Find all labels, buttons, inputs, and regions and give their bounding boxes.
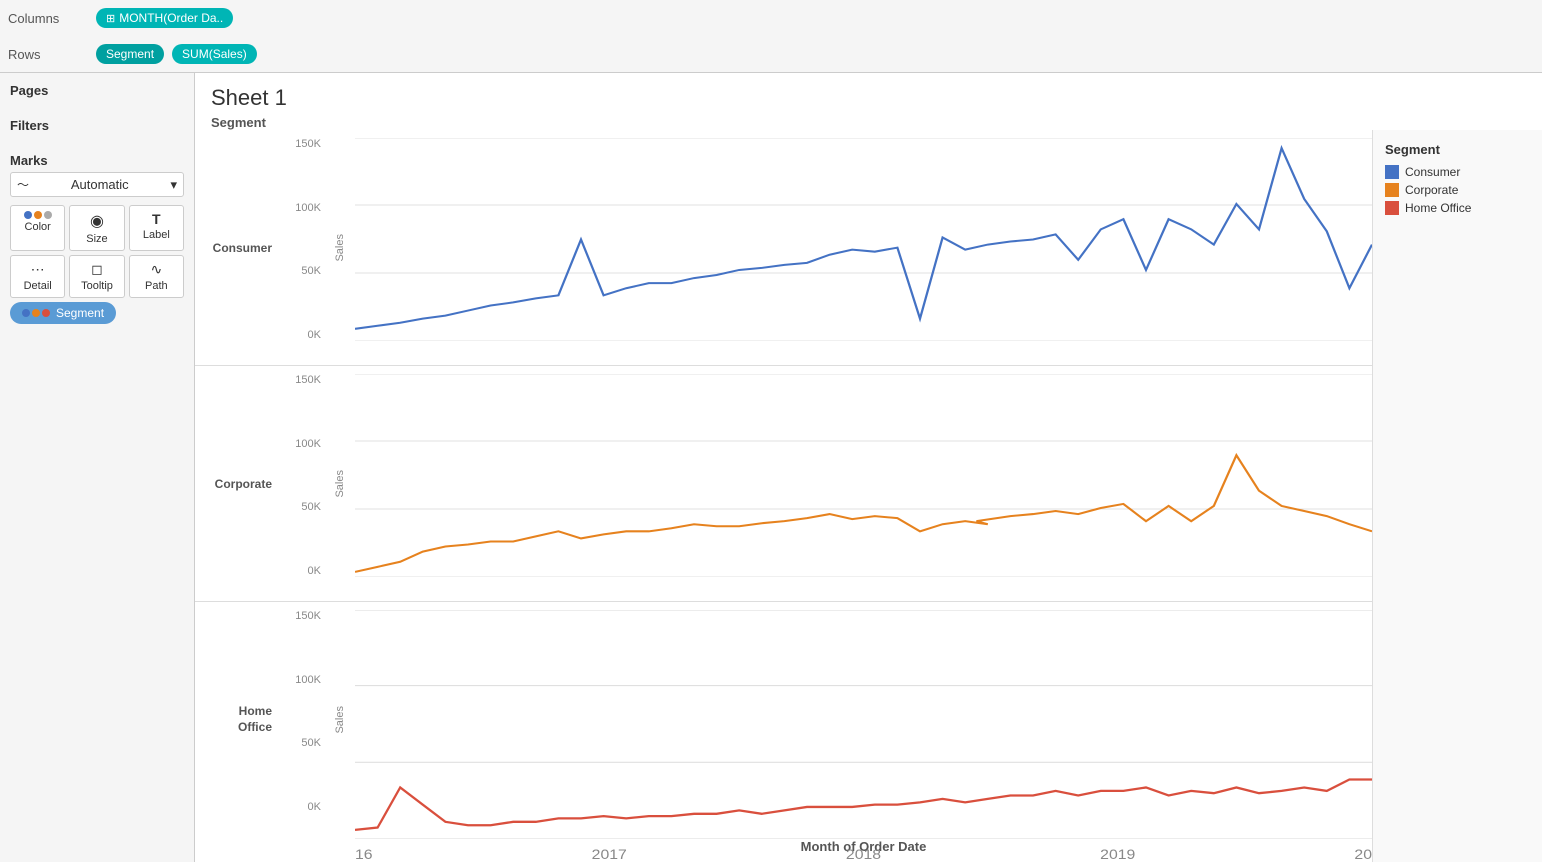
corporate-y-axis: 150K 100K 50K 0K	[280, 366, 325, 601]
sales-label-corporate: Sales	[334, 470, 346, 498]
legend-color-homeoffice	[1385, 201, 1399, 215]
legend-item-corporate: Corporate	[1385, 183, 1530, 197]
consumer-panel: Consumer 150K 100K 50K 0K Sales	[195, 130, 1372, 366]
corporate-label-area: Corporate	[195, 366, 280, 601]
chart-panels: Consumer 150K 100K 50K 0K Sales	[195, 130, 1372, 862]
x-axis-svg: 2016 2017 2018 2019 2020	[355, 839, 1372, 862]
consumer-chart-area	[355, 130, 1372, 365]
legend-label-corporate: Corporate	[1405, 183, 1458, 197]
legend-item-homeoffice: Home Office	[1385, 201, 1530, 215]
corporate-label: Corporate	[215, 477, 272, 491]
sheet-title: Sheet 1	[195, 73, 1542, 115]
path-icon: ∿	[150, 261, 162, 278]
charts-with-legend: Consumer 150K 100K 50K 0K Sales	[195, 130, 1542, 862]
main-layout: Pages Filters Marks 〜 Automatic ▾ Color	[0, 73, 1542, 862]
size-icon: ◉	[90, 211, 104, 231]
rows-pill-sales[interactable]: SUM(Sales)	[172, 44, 257, 64]
consumer-y-axis: 150K 100K 50K 0K	[280, 130, 325, 365]
homeoffice-label: HomeOffice	[238, 704, 272, 735]
detail-icon: ⋯	[31, 261, 45, 278]
columns-pill[interactable]: ⊞ MONTH(Order Da..	[96, 8, 233, 28]
legend-title: Segment	[1385, 142, 1530, 157]
columns-label: Columns	[8, 11, 88, 26]
corporate-sales-label: Sales	[325, 366, 355, 601]
legend-color-corporate	[1385, 183, 1399, 197]
homeoffice-sales-label: Sales	[325, 602, 355, 837]
corporate-panel: Corporate 150K 100K 50K 0K Sales	[195, 366, 1372, 602]
dropdown-arrow-icon: ▾	[170, 177, 177, 193]
content-area: Sheet 1 Segment Consumer 150K 100K 50K 0…	[195, 73, 1542, 862]
sales-label-homeoffice: Sales	[334, 706, 346, 734]
corporate-chart-area	[355, 366, 1372, 601]
legend-item-consumer: Consumer	[1385, 165, 1530, 179]
pages-section: Pages	[10, 83, 184, 102]
tooltip-button[interactable]: ◻ Tooltip	[69, 255, 124, 298]
wave-icon: 〜	[17, 176, 29, 193]
path-button[interactable]: ∿ Path	[129, 255, 184, 298]
color-icon	[24, 211, 52, 219]
size-button[interactable]: ◉ Size	[69, 205, 124, 251]
calendar-icon: ⊞	[106, 12, 115, 25]
consumer-label-area: Consumer	[195, 130, 280, 365]
svg-text:2016: 2016	[355, 847, 373, 862]
consumer-sales-label: Sales	[325, 130, 355, 365]
toolbar: Columns ⊞ MONTH(Order Da.. Rows Segment …	[0, 0, 1542, 73]
filters-title: Filters	[10, 118, 184, 133]
consumer-label: Consumer	[213, 241, 272, 255]
legend: Segment Consumer Corporate Home Office	[1372, 130, 1542, 862]
legend-label-homeoffice: Home Office	[1405, 201, 1471, 215]
homeoffice-label-area: HomeOffice	[195, 602, 280, 837]
marks-grid: Color ◉ Size T Label ⋯ Detail ◻ Tooltip	[10, 205, 184, 298]
label-button[interactable]: T Label	[129, 205, 184, 251]
detail-button[interactable]: ⋯ Detail	[10, 255, 65, 298]
pages-title: Pages	[10, 83, 184, 98]
legend-label-consumer: Consumer	[1405, 165, 1460, 179]
sidebar: Pages Filters Marks 〜 Automatic ▾ Color	[0, 73, 195, 862]
legend-color-consumer	[1385, 165, 1399, 179]
homeoffice-panel: HomeOffice 150K 100K 50K 0K Sales	[195, 602, 1372, 837]
segment-pill[interactable]: Segment	[10, 302, 116, 324]
color-button[interactable]: Color	[10, 205, 65, 251]
homeoffice-y-axis: 150K 100K 50K 0K	[280, 602, 325, 837]
marks-title: Marks	[10, 153, 184, 168]
label-icon: T	[152, 211, 161, 227]
consumer-svg	[355, 138, 1372, 341]
homeoffice-svg	[355, 610, 1372, 839]
homeoffice-chart-area: 2016 2017 2018 2019 2020	[355, 602, 1372, 837]
columns-row: Columns ⊞ MONTH(Order Da..	[0, 0, 1542, 36]
x-axis-container: 2016 2017 2018 2019 2020	[355, 839, 1372, 862]
segment-dots-icon	[22, 309, 50, 317]
marks-type-select[interactable]: 〜 Automatic ▾	[10, 172, 184, 197]
tooltip-icon: ◻	[91, 261, 103, 278]
svg-text:2020: 2020	[1354, 847, 1372, 862]
svg-text:2017: 2017	[592, 847, 627, 862]
marks-section: Marks 〜 Automatic ▾ Color ◉ Size	[10, 153, 184, 324]
homeoffice-svg-container	[355, 610, 1372, 839]
segment-header: Segment	[195, 115, 1542, 130]
rows-row: Rows Segment SUM(Sales)	[0, 36, 1542, 72]
filters-section: Filters	[10, 118, 184, 137]
rows-label: Rows	[8, 47, 88, 62]
sales-label-consumer: Sales	[334, 234, 346, 262]
svg-text:2019: 2019	[1100, 847, 1135, 862]
svg-text:2018: 2018	[846, 847, 881, 862]
rows-pill-segment[interactable]: Segment	[96, 44, 164, 64]
corporate-svg	[355, 374, 1372, 577]
